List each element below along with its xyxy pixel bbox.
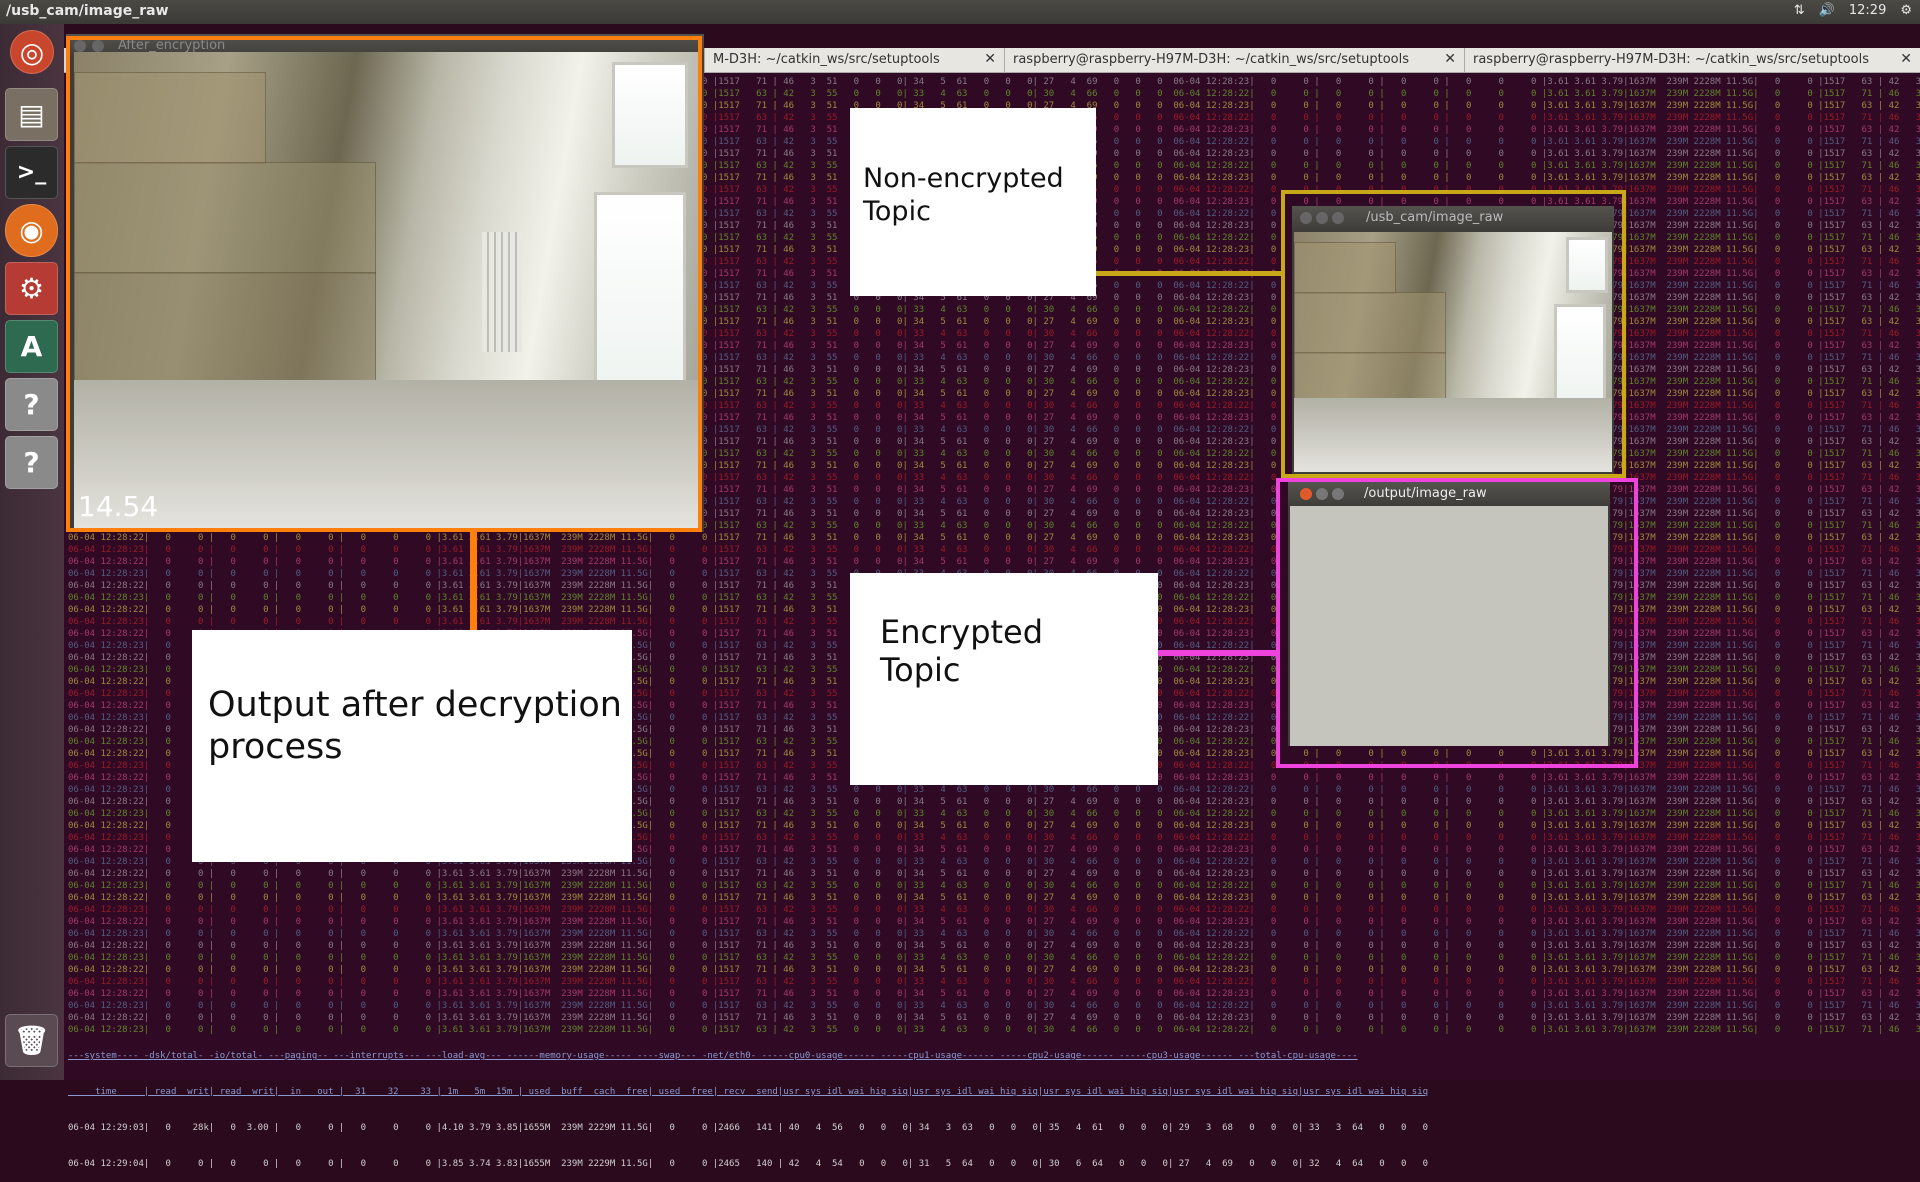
terminal-tab[interactable]: M-D3H: ~/catkin_ws/src/setuptools ✕	[704, 48, 1004, 72]
gear-icon[interactable]: ⚙	[1900, 3, 1912, 18]
terminal-line: 06-04 12:28:22| 0 0 | 0 0 | 0 0 | 0 0 0 …	[68, 989, 1920, 999]
terminal-line: 06-04 12:28:22| 0 0 | 0 0 | 0 0 | 0 0 0 …	[68, 917, 1920, 927]
system-settings-icon[interactable]: ⚙	[5, 262, 58, 315]
label-text: Encrypted Topic	[880, 613, 1044, 689]
terminal-line: 06-04 12:28:22| 0 0 | 0 0 | 0 0 | 0 0 0 …	[68, 965, 1920, 975]
terminal-tab[interactable]: raspberry@raspberry-H97M-D3H: ~/catkin_w…	[1004, 48, 1464, 72]
terminal-line: 06-04 12:28:23| 0 0 | 0 0 | 0 0 | 0 0 0 …	[68, 905, 1920, 915]
software-updater-icon[interactable]: A	[5, 320, 58, 373]
files-icon[interactable]: ▤	[5, 88, 58, 141]
decrypted-highlight-frame	[66, 36, 702, 532]
firefox-icon[interactable]: ◉	[5, 204, 58, 257]
close-icon[interactable]: ✕	[1900, 51, 1912, 67]
close-icon[interactable]: ✕	[984, 51, 996, 67]
terminal-line: 06-04 12:28:23| 0 0 | 0 0 | 0 0 | 0 0 0 …	[68, 881, 1920, 891]
network-icon[interactable]: ⇅	[1794, 3, 1805, 18]
terminal-footer: ---system---- -dsk/total- -io/total- ---…	[68, 1026, 1868, 1182]
label-text: Output after decryption process	[208, 685, 622, 767]
terminal-line: 06-04 12:28:22| 0 0 | 0 0 | 0 0 | 0 0 0 …	[68, 893, 1920, 903]
top-panel: /usb_cam/image_raw ⇅ 🔊 12:29 ⚙	[0, 0, 1920, 24]
clock[interactable]: 12:29	[1849, 3, 1886, 18]
terminal-line: 06-04 12:28:22| 0 0 | 0 0 | 0 0 | 0 0 0 …	[68, 869, 1920, 879]
dstat-column-header: time | read writ| read writ| in out | 31…	[68, 1087, 1429, 1097]
terminal-line: 06-04 12:28:22| 0 0 | 0 0 | 0 0 | 0 0 0 …	[68, 533, 1920, 543]
connector-line	[1156, 650, 1278, 656]
system-tray: ⇅ 🔊 12:29 ⚙	[1794, 3, 1912, 18]
dstat-row: 06-04 12:29:03| 0 28k| 0 3.00 | 0 0 | 0 …	[68, 1123, 1429, 1133]
decrypted-label: Output after decryption process	[192, 630, 632, 862]
terminal-line: 06-04 12:28:22| 0 0 | 0 0 | 0 0 | 0 0 0 …	[68, 557, 1920, 567]
tab-label: M-D3H: ~/catkin_ws/src/setuptools	[713, 52, 940, 67]
terminal-tab[interactable]: raspberry@raspberry-H97M-D3H: ~/catkin_w…	[1464, 48, 1920, 72]
terminal-line: 06-04 12:28:23| 0 0 | 0 0 | 0 0 | 0 0 0 …	[68, 1001, 1920, 1011]
close-icon[interactable]: ✕	[1444, 51, 1456, 67]
encrypted-highlight-frame	[1276, 478, 1638, 768]
trash-icon[interactable]: 🗑	[5, 1014, 58, 1067]
terminal-line: 06-04 12:28:22| 0 0 | 0 0 | 0 0 | 0 0 0 …	[68, 1013, 1920, 1023]
tab-label: raspberry@raspberry-H97M-D3H: ~/catkin_w…	[1013, 52, 1409, 67]
launcher: ◎ ▤ >_ ◉ ⚙ A ? ? 🗑	[0, 24, 64, 1080]
unknown-app-icon[interactable]: ?	[5, 436, 58, 489]
tab-label: raspberry@raspberry-H97M-D3H: ~/catkin_w…	[1473, 52, 1869, 67]
connector-line	[1092, 271, 1282, 276]
dstat-group-header: ---system---- -dsk/total- -io/total- ---…	[68, 1051, 1358, 1061]
non-encrypted-label: Non-encrypted Topic	[850, 108, 1096, 296]
encrypted-label: Encrypted Topic	[850, 573, 1158, 785]
volume-icon[interactable]: 🔊	[1819, 3, 1835, 18]
label-text: Non-encrypted Topic	[863, 163, 1064, 227]
active-window-title: /usb_cam/image_raw	[6, 3, 169, 19]
terminal-line: 06-04 12:28:23| 0 0 | 0 0 | 0 0 | 0 0 0 …	[68, 977, 1920, 987]
terminal-line: 06-04 12:28:23| 0 0 | 0 0 | 0 0 | 0 0 0 …	[68, 545, 1920, 555]
ubuntu-dash-icon[interactable]: ◎	[10, 30, 54, 74]
terminal-icon[interactable]: >_	[5, 146, 58, 199]
terminal-line: 06-04 12:28:23| 0 0 | 0 0 | 0 0 | 0 0 0 …	[68, 929, 1920, 939]
non-encrypted-highlight-frame	[1281, 190, 1626, 478]
terminal-line: 06-04 12:28:22| 0 0 | 0 0 | 0 0 | 0 0 0 …	[68, 941, 1920, 951]
dstat-row: 06-04 12:29:04| 0 0 | 0 0 | 0 0 | 0 0 0 …	[68, 1159, 1429, 1169]
terminal-line: 06-04 12:28:23| 0 0 | 0 0 | 0 0 | 0 0 0 …	[68, 953, 1920, 963]
connector-line	[470, 532, 477, 630]
unknown-app-icon[interactable]: ?	[5, 378, 58, 431]
